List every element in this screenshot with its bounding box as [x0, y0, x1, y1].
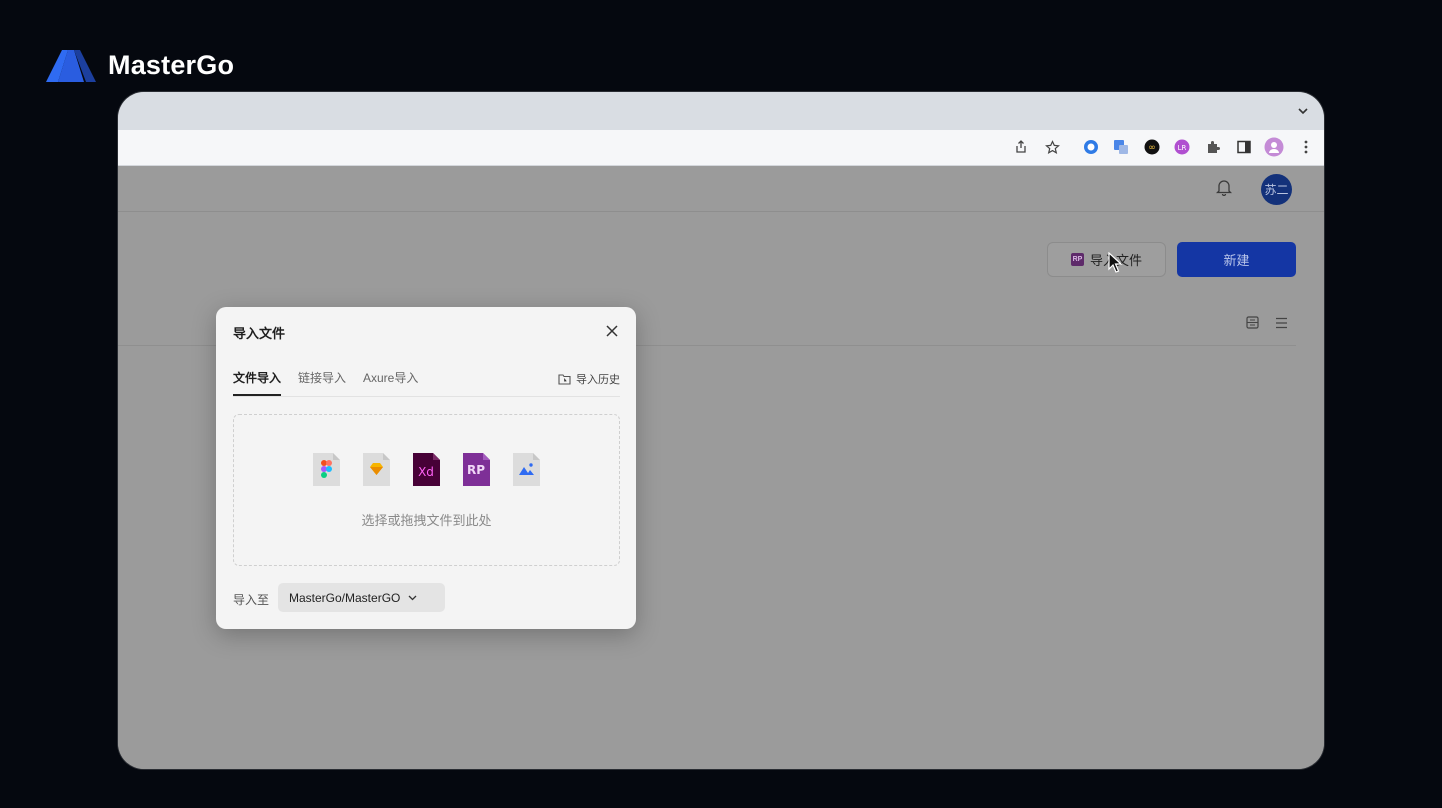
- browser-tabstrip: [118, 92, 1324, 130]
- xd-file-icon: Xd: [412, 452, 441, 487]
- svg-text:LR: LR: [1178, 144, 1187, 152]
- sidepanel-icon[interactable]: [1234, 137, 1254, 157]
- folder-select[interactable]: MasterGo/MasterGO: [278, 583, 445, 612]
- profile-icon[interactable]: [1264, 137, 1284, 157]
- folder-select-value: MasterGo/MasterGO: [289, 590, 401, 605]
- mouse-cursor-icon: [1108, 252, 1123, 273]
- page-header: 苏二: [118, 166, 1324, 212]
- tab-file-import[interactable]: 文件导入: [233, 369, 282, 396]
- mastergo-logo-icon: [46, 50, 96, 82]
- chevron-down-icon: [408, 595, 417, 600]
- app-page: 苏二 RP 导入文件 新建 导入文件 文件导入 链接导入 Axure导入: [118, 166, 1324, 769]
- avatar[interactable]: 苏二: [1261, 174, 1292, 205]
- tab-axure-import[interactable]: Axure导入: [363, 369, 418, 395]
- import-file-button[interactable]: RP 导入文件: [1047, 242, 1166, 277]
- drop-hint: 选择或拖拽文件到此处: [361, 513, 492, 528]
- svg-text:Xd: Xd: [418, 465, 434, 479]
- folder-history-icon: [558, 374, 571, 385]
- share-icon[interactable]: [1011, 137, 1031, 157]
- mastergo-logo: MasterGo: [44, 46, 234, 84]
- list-view-icon[interactable]: [1275, 316, 1288, 334]
- import-dialog: 导入文件 文件导入 链接导入 Axure导入 导入历史 Xd RP 选择或拖拽文…: [216, 307, 636, 629]
- import-tabs: 文件导入 链接导入 Axure导入 导入历史: [233, 369, 620, 397]
- dialog-title: 导入文件: [233, 326, 286, 341]
- puzzle-icon[interactable]: [1203, 137, 1223, 157]
- figma-file-icon: [312, 452, 341, 487]
- tab-link-import[interactable]: 链接导入: [298, 369, 346, 395]
- import-history-label: 导入历史: [576, 374, 620, 386]
- browser-toolbar: ∞ LR: [118, 130, 1324, 166]
- file-dropzone[interactable]: Xd RP 选择或拖拽文件到此处: [233, 414, 620, 566]
- bell-icon[interactable]: [1215, 178, 1233, 201]
- menu-icon[interactable]: [1296, 137, 1316, 157]
- image-file-icon: [512, 452, 541, 487]
- close-icon[interactable]: [606, 324, 618, 342]
- brand-name: MasterGo: [108, 49, 235, 80]
- rp-file-icon: RP: [462, 452, 491, 487]
- new-button[interactable]: 新建: [1177, 242, 1296, 277]
- import-to-label: 导入至: [233, 593, 270, 607]
- rp-icon: RP: [1070, 253, 1084, 266]
- svg-text:∞: ∞: [1148, 143, 1156, 153]
- chevron-down-icon[interactable]: [1296, 104, 1310, 118]
- browser-window: ∞ LR 苏二 RP 导入文件 新建: [118, 92, 1324, 769]
- grid-view-icon[interactable]: [1246, 316, 1259, 334]
- translate-icon[interactable]: [1111, 137, 1131, 157]
- lr-extension-icon[interactable]: LR: [1172, 137, 1192, 157]
- import-history-link[interactable]: 导入历史: [558, 371, 620, 387]
- svg-text:RP: RP: [467, 463, 485, 477]
- sketch-file-icon: [362, 452, 391, 487]
- infinity-extension-icon[interactable]: ∞: [1142, 137, 1162, 157]
- star-icon[interactable]: [1042, 137, 1062, 157]
- extension-icon[interactable]: [1081, 137, 1101, 157]
- file-type-icons: Xd RP: [312, 452, 541, 487]
